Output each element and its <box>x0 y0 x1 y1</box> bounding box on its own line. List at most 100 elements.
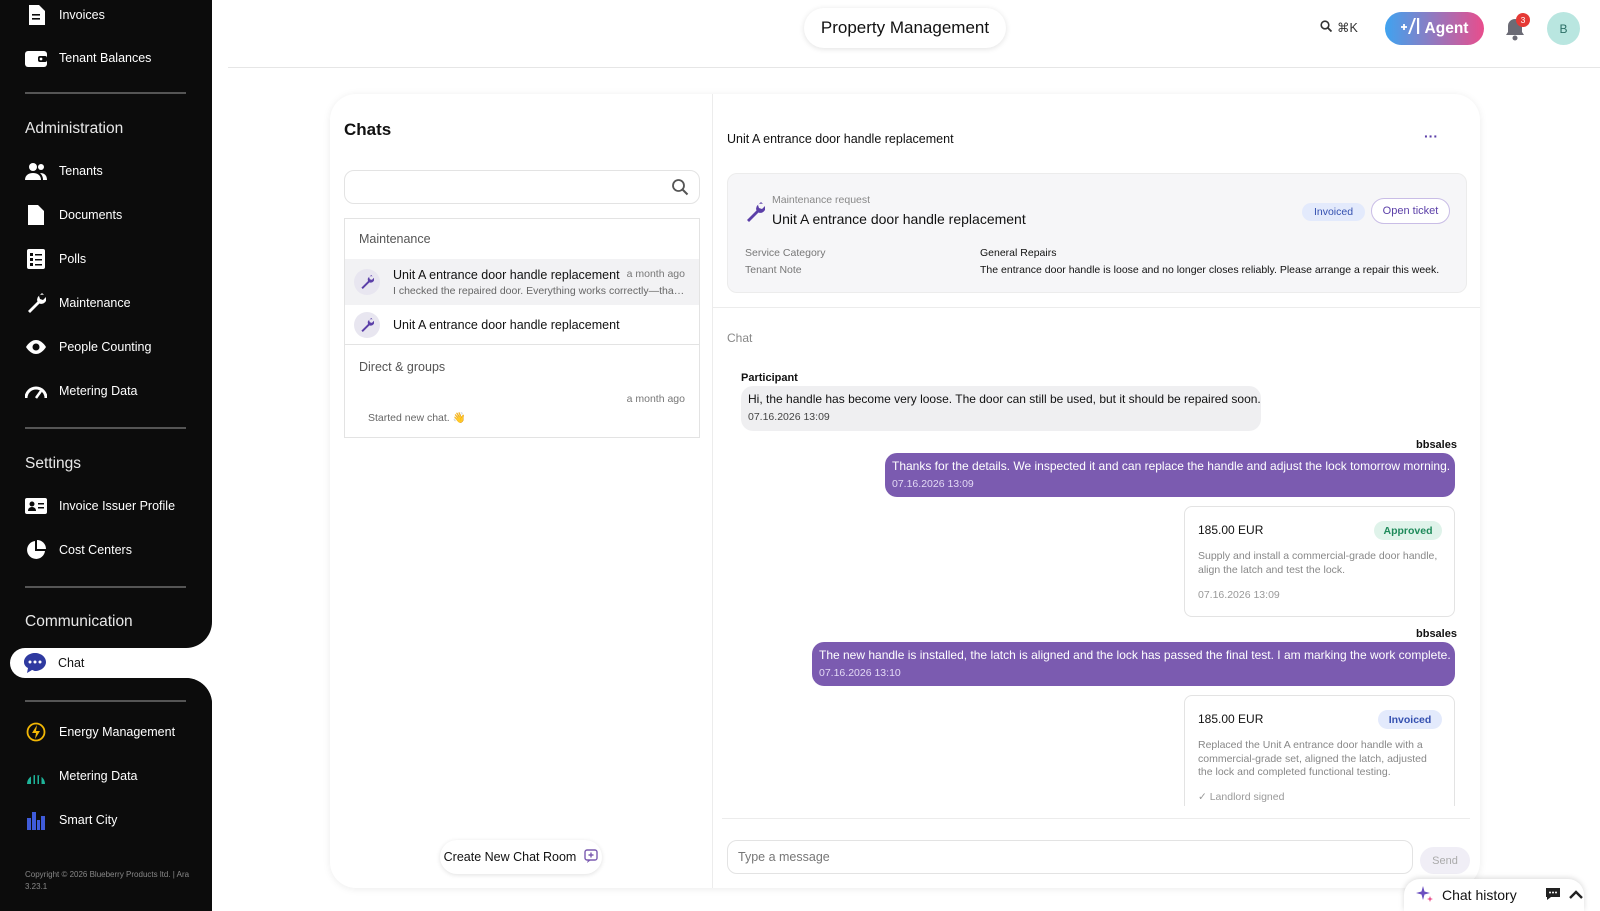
sparkle-icon <box>1416 885 1434 906</box>
quote-description: Supply and install a commercial-grade do… <box>1198 550 1438 576</box>
list-item[interactable]: Unit A entrance door handle replacement … <box>345 259 699 305</box>
chat-icon <box>24 652 46 674</box>
quote-price: 185.00 EUR <box>1198 712 1264 726</box>
field-label: Tenant Note <box>745 264 802 276</box>
message-time: 07.16.2026 13:09 <box>892 478 974 490</box>
eye-icon <box>25 336 47 358</box>
sidebar-item-invoice-issuer-profile[interactable]: Invoice Issuer Profile <box>25 495 175 517</box>
sidebar-item-smart-city[interactable]: Smart City <box>25 809 117 831</box>
message-time: 07.16.2026 13:10 <box>819 667 901 679</box>
meter-chart-icon <box>25 765 47 787</box>
sidebar-item-label: Maintenance <box>59 296 131 310</box>
status-badge: Invoiced <box>1378 710 1442 729</box>
sidebar-item-tenants[interactable]: Tenants <box>25 160 103 182</box>
notification-badge: 3 <box>1516 13 1530 27</box>
chat-time: a month ago <box>626 268 685 280</box>
status-badge: Approved <box>1374 521 1442 540</box>
pie-icon <box>25 539 47 561</box>
create-label: Create New Chat Room <box>443 850 577 864</box>
chat-section-label: Chat <box>727 331 753 345</box>
chat-bubble-icon <box>1545 887 1561 904</box>
message-sender: bbsales <box>1416 439 1457 451</box>
status-badge: Invoiced <box>1302 203 1365 221</box>
request-title: Unit A entrance door handle replacement <box>772 211 1026 227</box>
sidebar-item-label: Invoices <box>59 8 105 22</box>
sidebar-item-label: Tenants <box>59 164 103 178</box>
divider <box>713 307 1480 308</box>
divider <box>712 94 713 888</box>
divider <box>722 818 1470 819</box>
wrench-icon <box>354 312 380 338</box>
sidebar-item-energy-management[interactable]: Energy Management <box>25 721 175 743</box>
sidebar-item-tenant-balances[interactable]: Tenant Balances <box>25 47 151 69</box>
chat-title: Unit A entrance door handle replacement <box>393 318 620 332</box>
quote-card: 185.00 EUR Invoiced Replaced the Unit A … <box>1184 695 1455 806</box>
sidebar-item-label: People Counting <box>59 340 152 354</box>
agent-button[interactable]: Agent <box>1385 12 1484 45</box>
chat-history-button[interactable]: Chat history <box>1404 879 1584 911</box>
divider <box>25 700 186 702</box>
open-ticket-button[interactable]: Open ticket <box>1371 198 1450 224</box>
sidebar-item-documents[interactable]: Documents <box>25 204 122 226</box>
search-shortcut-button[interactable]: ⌘K <box>1320 20 1358 35</box>
message-time: 07.16.2026 13:09 <box>748 411 830 423</box>
copyright-text: Copyright © 2026 Blueberry Products ltd.… <box>25 870 190 891</box>
sidebar-item-polls[interactable]: Polls <box>25 248 86 270</box>
chat-title: Unit A entrance door handle replacement <box>393 268 620 282</box>
chat-list: Maintenance Unit A entrance door handle … <box>344 218 700 438</box>
sidebar-item-invoices[interactable]: Invoices <box>25 4 105 26</box>
chats-title: Chats <box>344 120 392 139</box>
sidebar-item-chat[interactable]: Chat <box>10 648 212 678</box>
sidebar-item-label: Smart City <box>59 813 118 827</box>
city-icon <box>25 809 47 831</box>
quote-date: 07.16.2026 13:09 <box>1198 589 1280 601</box>
chat-search-input[interactable] <box>344 170 700 204</box>
sidebar-item-maintenance[interactable]: Maintenance <box>25 292 131 314</box>
message-input[interactable]: Type a message <box>727 840 1413 874</box>
quote-clip: 185.00 EUR Invoiced Replaced the Unit A … <box>1184 695 1455 806</box>
section-label-direct: Direct & groups <box>359 360 446 374</box>
sidebar-item-label: Polls <box>59 252 87 266</box>
divider <box>228 67 1600 68</box>
divider <box>25 92 186 94</box>
list-item[interactable]: a month ago Started new chat. 👋 <box>345 385 699 431</box>
message-text: The new handle is installed, the latch i… <box>819 648 1451 662</box>
request-kind: Maintenance request <box>772 194 871 206</box>
sidebar-item-metering-data-2[interactable]: Metering Data <box>25 765 138 787</box>
message-bubble: Hi, the handle has become very loose. Th… <box>741 386 1261 431</box>
sidebar-item-label: Documents <box>59 208 123 222</box>
sidebar-item-label: Tenant Balances <box>59 51 152 65</box>
quote-description: Replaced the Unit A entrance door handle… <box>1198 739 1427 778</box>
sidebar-item-label: Metering Data <box>59 769 138 783</box>
document-icon <box>25 204 47 226</box>
id-card-icon <box>25 495 47 517</box>
quote-price: 185.00 EUR <box>1198 523 1264 537</box>
chat-time: a month ago <box>626 393 685 405</box>
sidebar-item-cost-centers[interactable]: Cost Centers <box>25 539 132 561</box>
message-text: Hi, the handle has become very loose. Th… <box>748 392 1261 406</box>
maintenance-request-card: Maintenance request Unit A entrance door… <box>727 173 1467 293</box>
message-sender: bbsales <box>1416 628 1457 640</box>
quote-card: 185.00 EUR Approved Supply and install a… <box>1184 506 1455 617</box>
search-icon <box>671 178 689 201</box>
people-icon <box>25 160 47 182</box>
create-chat-room-button[interactable]: Create New Chat Room <box>440 840 602 874</box>
gauge-icon <box>25 380 47 402</box>
avatar[interactable]: B <box>1547 12 1580 45</box>
sidebar-item-label: Energy Management <box>59 725 176 739</box>
divider <box>25 427 186 429</box>
wrench-icon <box>25 292 47 314</box>
energy-icon <box>25 721 47 743</box>
sidebar-item-label: Invoice Issuer Profile <box>59 499 176 513</box>
sidebar-item-metering-data[interactable]: Metering Data <box>25 380 138 402</box>
chevron-up-icon[interactable] <box>1568 887 1583 903</box>
send-button[interactable]: Send <box>1420 847 1470 874</box>
sidebar-heading-administration: Administration <box>25 120 124 137</box>
divider <box>25 586 186 588</box>
sidebar-item-people-counting[interactable]: People Counting <box>25 336 151 358</box>
section-label-maintenance: Maintenance <box>359 232 431 246</box>
list-item[interactable]: Unit A entrance door handle replacement <box>345 305 699 345</box>
more-options-button[interactable]: ··· <box>1424 128 1438 144</box>
field-value: The entrance door handle is loose and no… <box>980 264 1440 276</box>
sidebar-item-label: Chat <box>58 656 85 670</box>
